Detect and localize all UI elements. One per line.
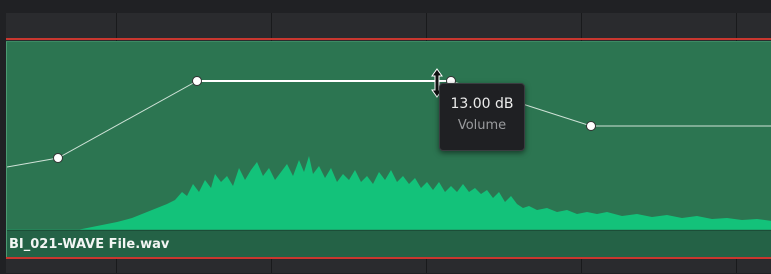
volume-keyframe[interactable]	[192, 76, 202, 86]
volume-tooltip-label: Volume	[457, 118, 507, 133]
volume-keyframe[interactable]	[586, 121, 596, 131]
volume-tooltip-value: 13.00 dB	[450, 96, 514, 112]
volume-keyframe[interactable]	[53, 153, 63, 163]
track-bottom-boundary-line	[6, 257, 771, 259]
clip-name-label: BI_021-WAVE File.wav	[9, 237, 170, 252]
clip-graphics	[7, 76, 771, 231]
audio-clip[interactable]: BI_021-WAVE File.wav	[6, 41, 771, 258]
volume-keyframe-line	[7, 80, 771, 168]
waveform	[7, 156, 771, 230]
track-top-boundary-line	[6, 38, 771, 40]
clip-name-bar: BI_021-WAVE File.wav	[7, 230, 771, 258]
volume-tooltip: 13.00 dB Volume	[439, 83, 525, 151]
